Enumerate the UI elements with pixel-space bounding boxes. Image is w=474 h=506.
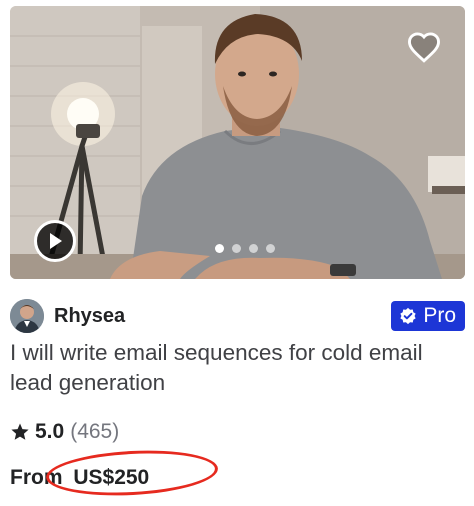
seller-info: Rhysea Pro	[10, 298, 465, 334]
play-icon	[50, 233, 62, 249]
carousel-dot[interactable]	[249, 244, 258, 253]
price-highlight-circle	[44, 446, 220, 500]
pro-badge[interactable]: Pro	[391, 301, 465, 331]
play-video-button[interactable]	[34, 220, 76, 262]
pro-badge-label: Pro	[423, 304, 456, 327]
rating-score: 5.0	[35, 420, 65, 443]
review-count: (465)	[70, 420, 120, 443]
carousel-dots	[215, 244, 275, 253]
star-icon	[11, 423, 29, 440]
verified-check-icon	[400, 307, 416, 325]
seller-name[interactable]: Rhysea	[54, 305, 125, 328]
favorite-button[interactable]	[405, 28, 443, 66]
video-frame-image	[10, 6, 465, 279]
rating: 5.0 (465)	[10, 420, 119, 444]
gig-video-thumbnail[interactable]	[10, 6, 465, 279]
gig-card[interactable]: Rhysea Pro I will write email sequences …	[0, 0, 474, 506]
carousel-dot[interactable]	[215, 244, 224, 253]
avatar-image	[10, 299, 44, 333]
gig-title[interactable]: I will write email sequences for cold em…	[10, 338, 450, 398]
seller-avatar[interactable]	[10, 299, 44, 333]
heart-outline-icon	[407, 32, 441, 63]
carousel-dot[interactable]	[266, 244, 275, 253]
carousel-dot[interactable]	[232, 244, 241, 253]
